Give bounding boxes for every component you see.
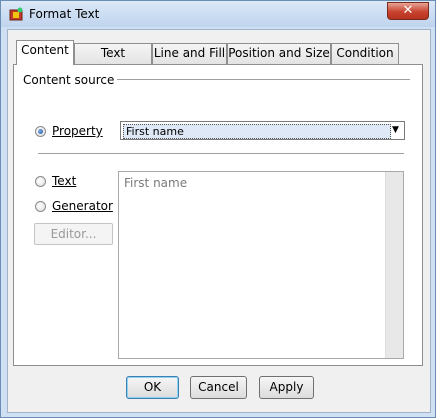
dialog-client-area: Content Text Settings Line and Fill Posi… [7, 29, 431, 413]
text-label: Text [52, 174, 77, 188]
ok-button[interactable]: OK [126, 376, 179, 399]
cancel-button[interactable]: Cancel [190, 376, 247, 399]
generator-label: Generator [52, 199, 113, 213]
chevron-down-icon[interactable]: ▼ [389, 124, 402, 137]
window-title: Format Text [29, 7, 100, 21]
title-bar[interactable]: Format Text ✕ [1, 1, 435, 27]
app-icon [9, 7, 23, 21]
separator [38, 153, 404, 154]
text-radio[interactable] [35, 176, 46, 187]
text-content-area[interactable]: First name [118, 171, 404, 359]
property-radio[interactable] [35, 126, 46, 137]
dialog-window: Format Text ✕ Content Text Settings Line… [0, 0, 436, 418]
tab-position-and-size[interactable]: Position and Size [227, 43, 331, 64]
close-button[interactable]: ✕ [387, 2, 429, 20]
property-select-value: First name [123, 124, 391, 139]
tab-text-settings[interactable]: Text Settings [74, 43, 152, 79]
tab-content[interactable]: Content [16, 40, 74, 65]
editor-button[interactable]: Editor... [34, 223, 113, 245]
close-icon: ✕ [402, 3, 414, 18]
tab-condition[interactable]: Condition [331, 43, 399, 64]
property-label: Property [52, 124, 103, 138]
generator-radio[interactable] [35, 201, 46, 212]
apply-button[interactable]: Apply [259, 376, 314, 399]
content-panel: Content source Property First name ▼ Tex… [13, 64, 423, 366]
section-divider [117, 79, 410, 80]
content-source-label: Content source [23, 73, 115, 87]
text-content-value: First name [124, 176, 188, 190]
scrollbar[interactable] [385, 172, 403, 358]
property-select[interactable]: First name ▼ [120, 121, 405, 140]
tab-line-and-fill[interactable]: Line and Fill [152, 43, 227, 64]
